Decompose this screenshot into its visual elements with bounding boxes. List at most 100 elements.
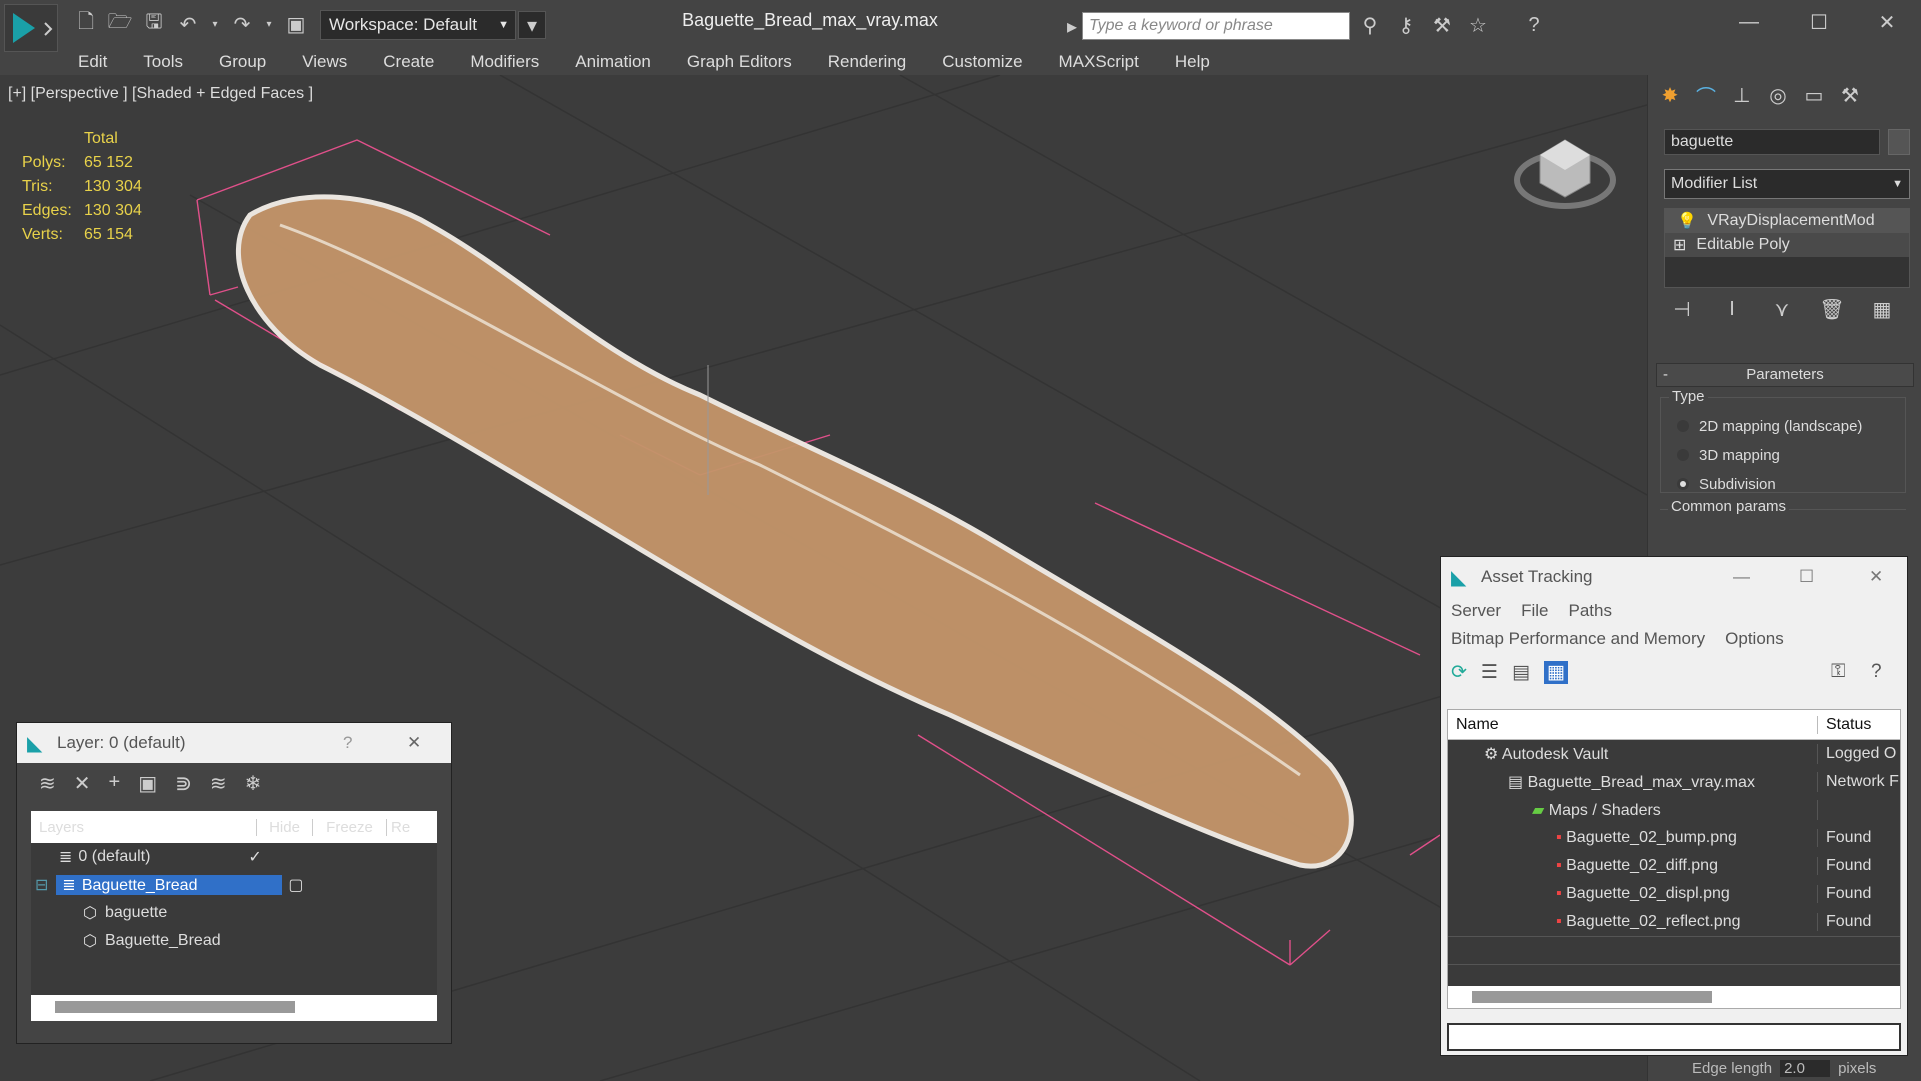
close-icon[interactable]: ✕ bbox=[1869, 567, 1883, 587]
redo-icon[interactable]: ↷ bbox=[228, 10, 256, 38]
delete-layer-icon[interactable]: ✕ bbox=[74, 771, 91, 796]
layer-row[interactable]: ⬡ baguette bbox=[31, 899, 437, 927]
layer-row[interactable]: ⬡ Baguette_Bread bbox=[31, 927, 437, 955]
menu-edit[interactable]: Edit bbox=[60, 52, 125, 72]
maximize-icon[interactable]: ☐ bbox=[1805, 8, 1833, 36]
radio-subdivision[interactable]: Subdivision bbox=[1677, 470, 1776, 498]
add-to-layer-icon[interactable]: + bbox=[109, 771, 121, 796]
menu-customize[interactable]: Customize bbox=[924, 52, 1040, 72]
radio-icon[interactable] bbox=[1677, 420, 1689, 432]
tools-icon[interactable]: ⚒ bbox=[1428, 11, 1456, 39]
freeze-all-icon[interactable]: ❄ bbox=[245, 771, 262, 796]
open-file-icon[interactable]: 🗁 bbox=[106, 10, 134, 38]
edge-length-input[interactable]: 2.0 bbox=[1780, 1060, 1831, 1077]
menu-paths[interactable]: Paths bbox=[1568, 601, 1611, 621]
object-name-field[interactable]: baguette bbox=[1664, 129, 1880, 155]
binoculars-icon[interactable]: ⚲ bbox=[1356, 11, 1384, 39]
create-tab-icon[interactable]: ✸ bbox=[1656, 81, 1684, 109]
thumbnail-view-icon[interactable]: ▤ bbox=[1512, 661, 1530, 684]
minimize-icon[interactable]: — bbox=[1733, 567, 1750, 587]
help-button[interactable]: ? bbox=[343, 733, 352, 753]
menu-animation[interactable]: Animation bbox=[557, 52, 669, 72]
menu-tools[interactable]: Tools bbox=[125, 52, 201, 72]
radio-3d-mapping[interactable]: 3D mapping bbox=[1677, 441, 1780, 469]
scrollbar-thumb[interactable] bbox=[55, 1001, 295, 1013]
maximize-icon[interactable]: ☐ bbox=[1799, 567, 1814, 587]
asset-window-titlebar[interactable]: ◣ Asset Tracking — ☐ ✕ bbox=[1441, 557, 1907, 597]
checkmark-icon[interactable]: ✓ bbox=[248, 847, 261, 867]
menu-file[interactable]: File bbox=[1521, 601, 1548, 621]
menu-options[interactable]: Options bbox=[1725, 629, 1784, 649]
menu-maxscript[interactable]: MAXScript bbox=[1041, 52, 1157, 72]
menu-help[interactable]: Help bbox=[1157, 52, 1228, 72]
refresh-icon[interactable]: ⟳ bbox=[1451, 661, 1467, 684]
collapse-icon[interactable]: ⊟ bbox=[35, 875, 48, 895]
lightbulb-icon[interactable]: 💡 bbox=[1677, 211, 1697, 231]
expand-plus-icon[interactable]: ⊞ bbox=[1673, 235, 1686, 255]
app-logo-icon[interactable] bbox=[4, 4, 58, 52]
highlight-layer-icon[interactable]: ⋑ bbox=[175, 771, 192, 796]
pin-stack-icon[interactable]: ⊣ bbox=[1668, 295, 1696, 323]
workspace-dropdown[interactable]: Workspace: Default ▼ bbox=[320, 10, 516, 40]
menu-bitmap-performance[interactable]: Bitmap Performance and Memory bbox=[1451, 629, 1705, 649]
display-tab-icon[interactable]: ▭ bbox=[1800, 81, 1828, 109]
search-input[interactable]: Type a keyword or phrase bbox=[1082, 12, 1350, 40]
utilities-tab-icon[interactable]: ⚒ bbox=[1836, 81, 1864, 109]
list-view-icon[interactable]: ☰ bbox=[1481, 661, 1498, 684]
menu-create[interactable]: Create bbox=[365, 52, 452, 72]
stack-item-vraydisplacementmod[interactable]: 💡 VRayDisplacementMod bbox=[1665, 209, 1909, 233]
menu-views[interactable]: Views bbox=[284, 52, 365, 72]
modifier-list-dropdown[interactable]: Modifier List ▼ bbox=[1664, 169, 1910, 199]
menu-group[interactable]: Group bbox=[201, 52, 284, 72]
collapse-icon[interactable]: - bbox=[1663, 364, 1668, 386]
key-icon[interactable]: ⚷ bbox=[1392, 11, 1420, 39]
asset-row[interactable]: ▰ Maps / Shaders bbox=[1448, 796, 1900, 824]
project-folder-icon[interactable]: ▣ bbox=[282, 10, 310, 38]
stack-item-editable-poly[interactable]: ⊞ Editable Poly bbox=[1665, 233, 1909, 257]
menu-server[interactable]: Server bbox=[1451, 601, 1501, 621]
motion-tab-icon[interactable]: ◎ bbox=[1764, 81, 1792, 109]
undo-icon[interactable]: ↶ bbox=[174, 10, 202, 38]
radio-selected-icon[interactable] bbox=[1677, 478, 1689, 490]
close-icon[interactable]: ✕ bbox=[1873, 8, 1901, 36]
asset-path-field[interactable] bbox=[1447, 1023, 1901, 1051]
asset-row[interactable]: ▪ Baguette_02_reflect.png Found bbox=[1448, 908, 1900, 936]
asset-row[interactable]: ▤ Baguette_Bread_max_vray.max Network F bbox=[1448, 768, 1900, 796]
configure-sets-icon[interactable]: ▦ bbox=[1868, 295, 1896, 323]
parameters-rollout[interactable]: - Parameters bbox=[1656, 363, 1914, 387]
layer-row-selected[interactable]: ⊟ ≣ Baguette_Bread ▢ bbox=[31, 871, 437, 899]
remove-modifier-icon[interactable]: 🗑 bbox=[1818, 295, 1846, 323]
viewport-label[interactable]: [+] [Perspective ] [Shaded + Edged Faces… bbox=[8, 85, 313, 103]
hierarchy-tab-icon[interactable]: ⊥ bbox=[1728, 81, 1756, 109]
save-icon[interactable]: 🖫 bbox=[140, 10, 168, 38]
new-file-icon[interactable]: 🗋 bbox=[72, 10, 100, 38]
new-layer-icon[interactable]: ≋ bbox=[39, 771, 56, 796]
asset-row[interactable]: ▪ Baguette_02_displ.png Found bbox=[1448, 880, 1900, 908]
viewcube-icon[interactable] bbox=[1514, 139, 1616, 209]
menu-modifiers[interactable]: Modifiers bbox=[452, 52, 557, 72]
layer-window-titlebar[interactable]: ◣ Layer: 0 (default) ? ✕ bbox=[17, 723, 451, 763]
star-icon[interactable]: ☆ bbox=[1464, 11, 1492, 39]
close-icon[interactable]: ✕ bbox=[407, 733, 421, 753]
redo-dropdown-icon[interactable]: ▾ bbox=[262, 10, 276, 38]
workspace-menu-icon[interactable]: ▾ bbox=[518, 11, 546, 39]
modify-tab-icon[interactable]: ⌒ bbox=[1692, 81, 1720, 109]
menu-rendering[interactable]: Rendering bbox=[810, 52, 924, 72]
help-icon[interactable]: ? bbox=[1520, 11, 1548, 39]
object-color-swatch[interactable] bbox=[1888, 129, 1910, 155]
minimize-icon[interactable]: — bbox=[1735, 8, 1763, 36]
asset-row[interactable]: ▪ Baguette_02_diff.png Found bbox=[1448, 852, 1900, 880]
vault-help-icon[interactable]: ? bbox=[1871, 661, 1882, 683]
horizontal-scrollbar[interactable] bbox=[31, 995, 437, 1021]
show-end-result-icon[interactable]: Ι bbox=[1718, 295, 1746, 323]
table-view-icon[interactable]: ▦ bbox=[1543, 661, 1568, 684]
undo-dropdown-icon[interactable]: ▾ bbox=[208, 10, 222, 38]
menu-graph-editors[interactable]: Graph Editors bbox=[669, 52, 810, 72]
make-unique-icon[interactable]: ⋎ bbox=[1768, 295, 1796, 323]
hide-all-icon[interactable]: ≋ bbox=[210, 771, 227, 796]
radio-2d-mapping[interactable]: 2D mapping (landscape) bbox=[1677, 412, 1862, 440]
asset-row[interactable]: ⚙ Autodesk Vault Logged O bbox=[1448, 740, 1900, 768]
scrollbar-thumb[interactable] bbox=[1472, 991, 1712, 1003]
asset-row[interactable]: ▪ Baguette_02_bump.png Found bbox=[1448, 824, 1900, 852]
horizontal-scrollbar[interactable] bbox=[1448, 986, 1900, 1008]
